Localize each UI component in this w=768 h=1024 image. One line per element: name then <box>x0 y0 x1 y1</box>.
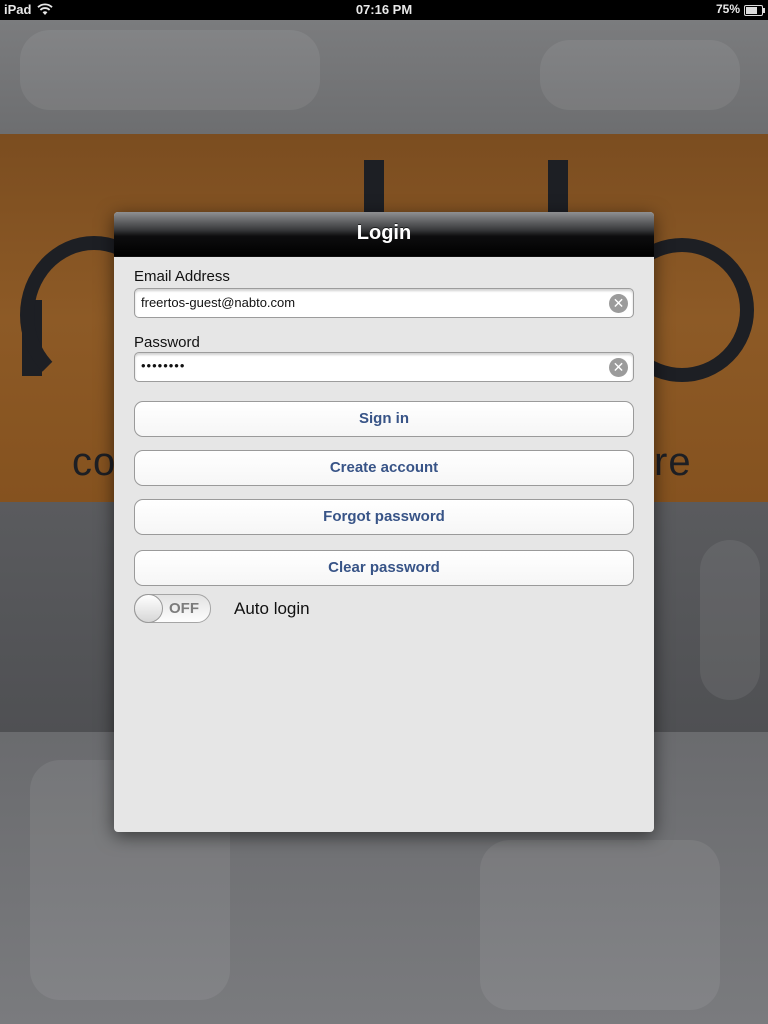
forgot-password-button[interactable]: Forgot password <box>134 499 634 535</box>
background-blur-shape <box>20 30 320 110</box>
email-value: freertos-guest@nabto.com <box>141 295 296 310</box>
battery-icon <box>744 5 765 16</box>
status-bar: iPad 07:16 PM 75% <box>0 0 768 20</box>
logo-letter-stem <box>548 160 568 212</box>
sign-in-button[interactable]: Sign in <box>134 401 634 437</box>
logo-letter-stem <box>364 160 384 212</box>
auto-login-toggle[interactable]: OFF <box>134 594 211 623</box>
password-label: Password <box>134 334 200 351</box>
toggle-state-text: OFF <box>169 600 199 617</box>
email-field[interactable]: freertos-guest@nabto.com ✕ <box>134 288 634 318</box>
login-dialog-header: Login <box>114 212 654 257</box>
password-field[interactable]: •••••••• ✕ <box>134 352 634 382</box>
background-blur-shape <box>480 840 720 1010</box>
background-blur-shape <box>540 40 740 110</box>
logo-tagline-right: re <box>654 440 692 484</box>
clear-password-button[interactable]: Clear password <box>134 550 634 586</box>
clear-email-icon[interactable]: ✕ <box>609 294 628 313</box>
dialog-title: Login <box>356 222 412 244</box>
auto-login-label: Auto login <box>234 599 310 618</box>
email-label: Email Address <box>134 268 230 285</box>
status-time: 07:16 PM <box>355 2 413 17</box>
background-blur-shape <box>700 540 760 700</box>
logo-tagline-left: co <box>72 440 117 484</box>
battery-percent: 75% <box>715 2 740 16</box>
login-dialog: Login Email Address freertos-guest@nabto… <box>114 212 654 832</box>
battery-fill <box>746 7 758 14</box>
create-account-button[interactable]: Create account <box>134 450 634 486</box>
clear-password-field-icon[interactable]: ✕ <box>609 358 628 377</box>
password-value: •••••••• <box>141 358 186 373</box>
toggle-knob <box>134 594 163 623</box>
